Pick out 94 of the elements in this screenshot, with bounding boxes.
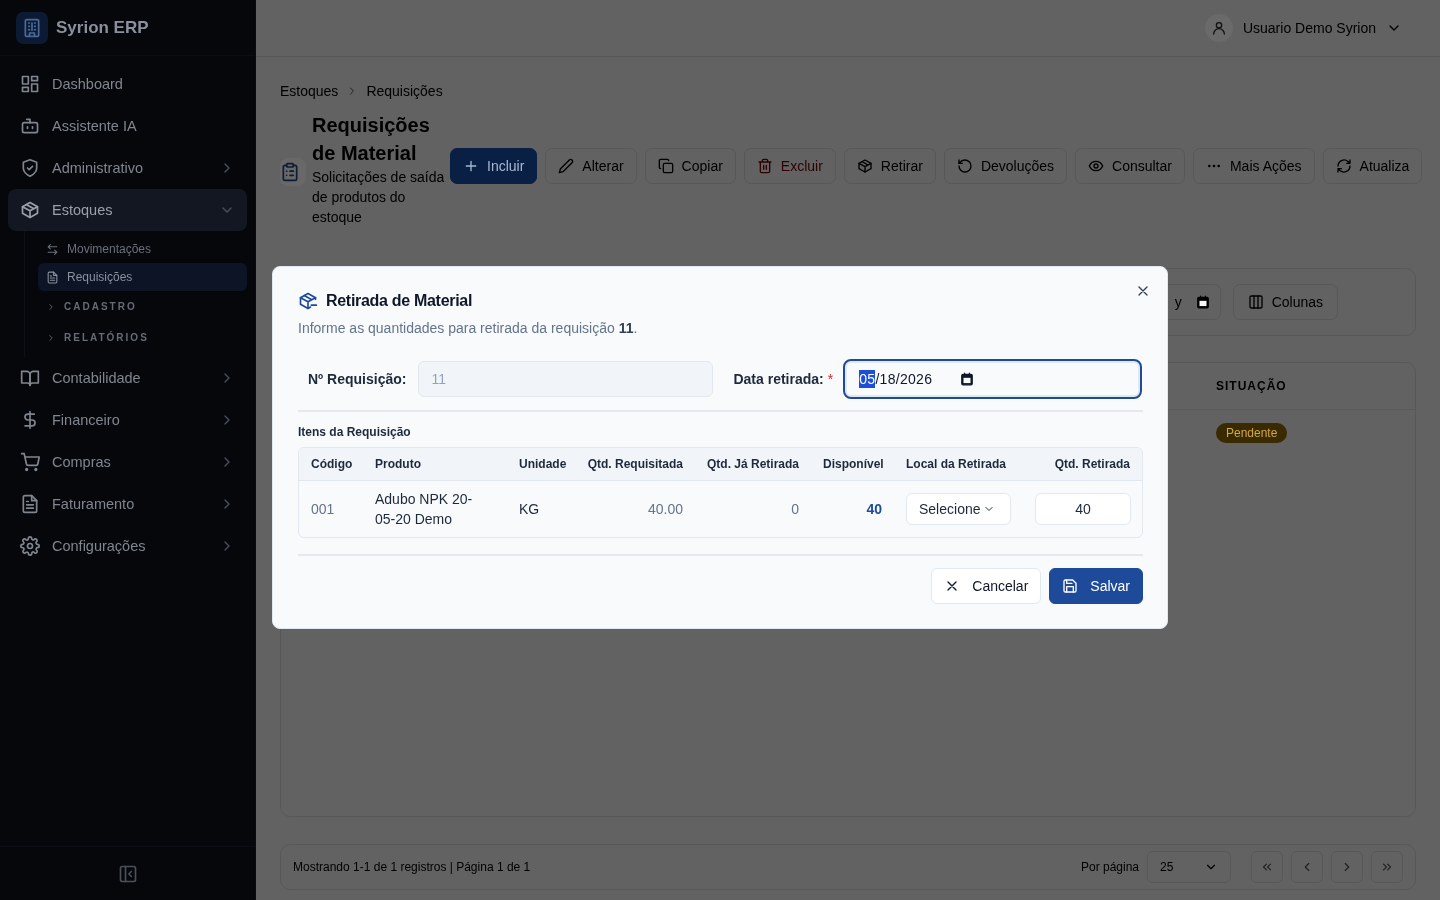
plus-icon bbox=[463, 158, 479, 174]
toolbar-button[interactable]: Incluir bbox=[450, 148, 538, 184]
user-menu[interactable]: Usuario Demo Syrion bbox=[1198, 11, 1410, 45]
location-select[interactable]: Selecione bbox=[906, 493, 1011, 525]
trash-icon bbox=[756, 158, 773, 174]
double-chevron-right-icon bbox=[1380, 860, 1394, 874]
package-icon bbox=[298, 291, 318, 311]
panel-icon bbox=[117, 863, 138, 884]
settings-icon bbox=[20, 536, 40, 556]
table-cell-text: 001 bbox=[310, 500, 336, 519]
building-icon bbox=[22, 17, 42, 38]
toolbar-button[interactable]: Devoluções bbox=[943, 148, 1068, 184]
column-header: Disponível bbox=[822, 457, 885, 471]
columns-button[interactable]: Colunas bbox=[1232, 284, 1338, 320]
table-cell-text: 40.00 bbox=[646, 500, 684, 519]
required-mark: * bbox=[827, 371, 834, 387]
shield-icon bbox=[20, 158, 40, 178]
collapse-sidebar-button[interactable] bbox=[117, 863, 138, 884]
user-icon bbox=[1210, 20, 1227, 36]
breadcrumb-item[interactable]: Estoques bbox=[280, 83, 339, 99]
sidebar-item[interactable]: Financeiro bbox=[8, 399, 247, 441]
copy-icon bbox=[657, 158, 674, 174]
brand-name: Syrion ERP bbox=[56, 17, 149, 38]
dialog-title: Retirada de Material bbox=[326, 292, 473, 310]
field-label: Nº Requisição: bbox=[308, 371, 407, 387]
table-cell-text: 40 bbox=[865, 500, 883, 519]
toolbar-button[interactable]: Retirar bbox=[843, 148, 936, 184]
chevron-right-icon bbox=[46, 332, 56, 343]
document-icon bbox=[46, 270, 59, 284]
column-header: Produto bbox=[374, 457, 422, 471]
field-label: Data retirada: bbox=[733, 371, 824, 387]
grid-icon bbox=[20, 74, 40, 94]
cancel-button[interactable]: Cancelar bbox=[931, 568, 1042, 604]
page-subtitle: Solicitações de saída de produtos do estoque bbox=[312, 168, 446, 227]
toolbar-button[interactable]: Atualiza bbox=[1322, 148, 1423, 184]
eye-icon bbox=[1088, 158, 1105, 174]
sidebar-item[interactable]: Assistente IA bbox=[8, 105, 247, 147]
column-header: Qtd. Retirada bbox=[1053, 457, 1131, 471]
per-page-label: Por página bbox=[1080, 860, 1139, 874]
sidebar-subitem[interactable]: Requisições bbox=[38, 263, 247, 291]
section-title: Itens da Requisição bbox=[298, 425, 412, 439]
sidebar-subitem[interactable]: Movimentações bbox=[38, 235, 247, 263]
sidebar-item[interactable]: Compras bbox=[8, 441, 247, 483]
toolbar-button[interactable]: Excluir bbox=[743, 148, 836, 184]
column-header: Qtd. Já Retirada bbox=[705, 457, 800, 471]
status-badge: Pendente bbox=[1216, 423, 1288, 443]
breadcrumb-item: Requisições bbox=[366, 83, 443, 99]
column-header: Qtd. Requisitada bbox=[586, 457, 684, 471]
pagination-summary: Mostrando 1-1 de 1 registros | Página 1 de 1 bbox=[293, 860, 532, 874]
save-button[interactable]: Salvar bbox=[1049, 568, 1143, 604]
sidebar-section[interactable]: RELATÓRIOS bbox=[38, 322, 247, 353]
dialog-description: Informe as quantidades para retirada da requisição 11. bbox=[298, 320, 639, 336]
table-cell-text: 0 bbox=[790, 500, 800, 519]
previous-page-button[interactable] bbox=[1291, 851, 1323, 883]
per-page-select[interactable]: 25 bbox=[1147, 851, 1231, 883]
arrows-icon bbox=[46, 242, 59, 256]
cart-icon bbox=[20, 452, 40, 472]
package-icon bbox=[20, 200, 40, 220]
toolbar-button[interactable]: Mais Ações bbox=[1192, 148, 1315, 184]
save-icon bbox=[1062, 578, 1079, 594]
book-icon bbox=[20, 368, 40, 388]
next-page-button[interactable] bbox=[1331, 851, 1363, 883]
sidebar-section[interactable]: CADASTRO bbox=[38, 291, 247, 322]
sidebar-item[interactable]: Faturamento bbox=[8, 483, 247, 525]
sidebar-item[interactable]: Configurações bbox=[8, 525, 247, 567]
sidebar-item[interactable]: Dashboard bbox=[8, 63, 247, 105]
chevron-right-icon bbox=[46, 301, 56, 312]
columns-icon bbox=[1247, 294, 1264, 310]
column-header: SITUAÇÃO bbox=[1216, 379, 1287, 393]
document-icon bbox=[20, 494, 40, 514]
robot-icon bbox=[20, 116, 40, 136]
toolbar-button[interactable]: Consultar bbox=[1075, 148, 1185, 184]
sidebar-item[interactable]: Estoques bbox=[8, 189, 247, 231]
table-cell-text: KG bbox=[518, 500, 541, 519]
calendar-icon bbox=[1195, 295, 1210, 309]
last-page-button[interactable] bbox=[1371, 851, 1403, 883]
column-header: Local da Retirada bbox=[905, 457, 1008, 471]
double-chevron-left-icon bbox=[1260, 860, 1274, 874]
toolbar-button[interactable]: Copiar bbox=[644, 148, 736, 184]
sidebar-item[interactable]: Contabilidade bbox=[8, 357, 247, 399]
quantity-field[interactable]: 40 bbox=[1035, 493, 1131, 525]
refresh-icon bbox=[1335, 158, 1352, 174]
package-icon bbox=[856, 158, 873, 174]
toolbar-button[interactable]: Alterar bbox=[545, 148, 637, 184]
page-title: Requisições de Material bbox=[312, 113, 431, 166]
first-page-button[interactable] bbox=[1251, 851, 1283, 883]
calendar-icon bbox=[960, 372, 975, 386]
undo-icon bbox=[956, 158, 973, 174]
sidebar-item[interactable]: Administrativo bbox=[8, 147, 247, 189]
clipboard-icon bbox=[280, 162, 300, 182]
column-header: Unidade bbox=[518, 457, 568, 471]
column-header: Código bbox=[310, 457, 354, 471]
pencil-icon bbox=[558, 158, 575, 174]
table-cell-text: Adubo NPK 20-05-20 Demo bbox=[374, 490, 474, 529]
